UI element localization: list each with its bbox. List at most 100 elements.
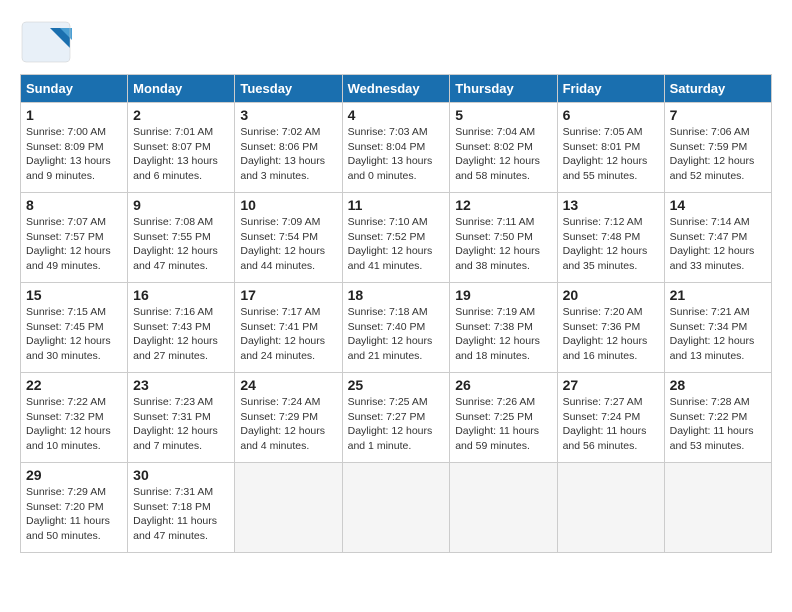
day-detail: Sunrise: 7:07 AM Sunset: 7:57 PM Dayligh… [26, 215, 122, 274]
table-row: 27 Sunrise: 7:27 AM Sunset: 7:24 PM Dayli… [557, 373, 664, 463]
day-number: 4 [348, 107, 445, 123]
day-detail: Sunrise: 7:02 AM Sunset: 8:06 PM Dayligh… [240, 125, 336, 184]
day-detail: Sunrise: 7:26 AM Sunset: 7:25 PM Dayligh… [455, 395, 551, 454]
day-detail: Sunrise: 7:22 AM Sunset: 7:32 PM Dayligh… [26, 395, 122, 454]
day-number: 20 [563, 287, 659, 303]
table-row: 20 Sunrise: 7:20 AM Sunset: 7:36 PM Dayli… [557, 283, 664, 373]
table-row: 28 Sunrise: 7:28 AM Sunset: 7:22 PM Dayli… [664, 373, 771, 463]
table-row: 29 Sunrise: 7:29 AM Sunset: 7:20 PM Dayli… [21, 463, 128, 553]
day-number: 22 [26, 377, 122, 393]
col-monday: Monday [128, 75, 235, 103]
logo-icon [20, 20, 72, 64]
day-detail: Sunrise: 7:08 AM Sunset: 7:55 PM Dayligh… [133, 215, 229, 274]
col-friday: Friday [557, 75, 664, 103]
calendar-week-5: 29 Sunrise: 7:29 AM Sunset: 7:20 PM Dayli… [21, 463, 772, 553]
day-detail: Sunrise: 7:20 AM Sunset: 7:36 PM Dayligh… [563, 305, 659, 364]
day-detail: Sunrise: 7:16 AM Sunset: 7:43 PM Dayligh… [133, 305, 229, 364]
day-number: 13 [563, 197, 659, 213]
table-row: 11 Sunrise: 7:10 AM Sunset: 7:52 PM Dayli… [342, 193, 450, 283]
day-number: 25 [348, 377, 445, 393]
day-detail: Sunrise: 7:31 AM Sunset: 7:18 PM Dayligh… [133, 485, 229, 544]
day-detail: Sunrise: 7:29 AM Sunset: 7:20 PM Dayligh… [26, 485, 122, 544]
table-row: 18 Sunrise: 7:18 AM Sunset: 7:40 PM Dayli… [342, 283, 450, 373]
calendar-table: Sunday Monday Tuesday Wednesday Thursday… [20, 74, 772, 553]
day-number: 19 [455, 287, 551, 303]
table-row [450, 463, 557, 553]
table-row [664, 463, 771, 553]
day-number: 23 [133, 377, 229, 393]
day-number: 16 [133, 287, 229, 303]
day-number: 2 [133, 107, 229, 123]
day-detail: Sunrise: 7:14 AM Sunset: 7:47 PM Dayligh… [670, 215, 766, 274]
day-detail: Sunrise: 7:28 AM Sunset: 7:22 PM Dayligh… [670, 395, 766, 454]
day-number: 24 [240, 377, 336, 393]
day-number: 9 [133, 197, 229, 213]
table-row: 21Sunrise: 7:21 AM Sunset: 7:34 PM Dayli… [664, 283, 771, 373]
day-detail: Sunrise: 7:04 AM Sunset: 8:02 PM Dayligh… [455, 125, 551, 184]
day-number: 29 [26, 467, 122, 483]
calendar-week-4: 22 Sunrise: 7:22 AM Sunset: 7:32 PM Dayli… [21, 373, 772, 463]
table-row: 7 Sunrise: 7:06 AM Sunset: 7:59 PM Daylig… [664, 103, 771, 193]
table-row: 3 Sunrise: 7:02 AM Sunset: 8:06 PM Daylig… [235, 103, 342, 193]
table-row: 16 Sunrise: 7:16 AM Sunset: 7:43 PM Dayli… [128, 283, 235, 373]
table-row: 26 Sunrise: 7:26 AM Sunset: 7:25 PM Dayli… [450, 373, 557, 463]
day-number: 26 [455, 377, 551, 393]
day-detail: Sunrise: 7:12 AM Sunset: 7:48 PM Dayligh… [563, 215, 659, 274]
day-detail: Sunrise: 7:03 AM Sunset: 8:04 PM Dayligh… [348, 125, 445, 184]
day-detail: Sunrise: 7:09 AM Sunset: 7:54 PM Dayligh… [240, 215, 336, 274]
table-row: 14 Sunrise: 7:14 AM Sunset: 7:47 PM Dayli… [664, 193, 771, 283]
day-detail: Sunrise: 7:10 AM Sunset: 7:52 PM Dayligh… [348, 215, 445, 274]
day-number: 3 [240, 107, 336, 123]
day-detail: Sunrise: 7:15 AM Sunset: 7:45 PM Dayligh… [26, 305, 122, 364]
day-number: 6 [563, 107, 659, 123]
calendar-header-row: Sunday Monday Tuesday Wednesday Thursday… [21, 75, 772, 103]
day-number: 8 [26, 197, 122, 213]
day-number: 15 [26, 287, 122, 303]
table-row: 9 Sunrise: 7:08 AM Sunset: 7:55 PM Daylig… [128, 193, 235, 283]
day-number: 10 [240, 197, 336, 213]
table-row: 19 Sunrise: 7:19 AM Sunset: 7:38 PM Dayli… [450, 283, 557, 373]
day-detail: Sunrise: 7:01 AM Sunset: 8:07 PM Dayligh… [133, 125, 229, 184]
page-header [20, 20, 772, 64]
day-number: 18 [348, 287, 445, 303]
col-sunday: Sunday [21, 75, 128, 103]
day-detail: Sunrise: 7:24 AM Sunset: 7:29 PM Dayligh… [240, 395, 336, 454]
table-row: 17Sunrise: 7:17 AM Sunset: 7:41 PM Dayli… [235, 283, 342, 373]
table-row: 24 Sunrise: 7:24 AM Sunset: 7:29 PM Dayli… [235, 373, 342, 463]
day-number: 1 [26, 107, 122, 123]
day-number: 7 [670, 107, 766, 123]
table-row: 5 Sunrise: 7:04 AM Sunset: 8:02 PM Daylig… [450, 103, 557, 193]
day-number: 27 [563, 377, 659, 393]
table-row: 4 Sunrise: 7:03 AM Sunset: 8:04 PM Daylig… [342, 103, 450, 193]
day-number: 11 [348, 197, 445, 213]
day-detail: Sunrise: 7:18 AM Sunset: 7:40 PM Dayligh… [348, 305, 445, 364]
day-number: 14 [670, 197, 766, 213]
table-row: 6 Sunrise: 7:05 AM Sunset: 8:01 PM Daylig… [557, 103, 664, 193]
col-thursday: Thursday [450, 75, 557, 103]
day-detail: Sunrise: 7:19 AM Sunset: 7:38 PM Dayligh… [455, 305, 551, 364]
day-detail: Sunrise: 7:06 AM Sunset: 7:59 PM Dayligh… [670, 125, 766, 184]
day-detail: Sunrise: 7:23 AM Sunset: 7:31 PM Dayligh… [133, 395, 229, 454]
table-row [557, 463, 664, 553]
table-row: 2 Sunrise: 7:01 AM Sunset: 8:07 PM Daylig… [128, 103, 235, 193]
table-row: 25Sunrise: 7:25 AM Sunset: 7:27 PM Dayli… [342, 373, 450, 463]
table-row [235, 463, 342, 553]
col-saturday: Saturday [664, 75, 771, 103]
table-row: 10 Sunrise: 7:09 AM Sunset: 7:54 PM Dayli… [235, 193, 342, 283]
col-tuesday: Tuesday [235, 75, 342, 103]
day-number: 21 [670, 287, 766, 303]
table-row: 12Sunrise: 7:11 AM Sunset: 7:50 PM Dayli… [450, 193, 557, 283]
day-number: 5 [455, 107, 551, 123]
day-detail: Sunrise: 7:05 AM Sunset: 8:01 PM Dayligh… [563, 125, 659, 184]
day-detail: Sunrise: 7:27 AM Sunset: 7:24 PM Dayligh… [563, 395, 659, 454]
calendar-week-3: 15 Sunrise: 7:15 AM Sunset: 7:45 PM Dayli… [21, 283, 772, 373]
table-row: 22 Sunrise: 7:22 AM Sunset: 7:32 PM Dayli… [21, 373, 128, 463]
col-wednesday: Wednesday [342, 75, 450, 103]
table-row: 30 Sunrise: 7:31 AM Sunset: 7:18 PM Dayli… [128, 463, 235, 553]
table-row: 15 Sunrise: 7:15 AM Sunset: 7:45 PM Dayli… [21, 283, 128, 373]
day-number: 28 [670, 377, 766, 393]
table-row: 23 Sunrise: 7:23 AM Sunset: 7:31 PM Dayli… [128, 373, 235, 463]
day-detail: Sunrise: 7:00 AM Sunset: 8:09 PM Dayligh… [26, 125, 122, 184]
calendar-week-2: 8 Sunrise: 7:07 AM Sunset: 7:57 PM Daylig… [21, 193, 772, 283]
day-number: 30 [133, 467, 229, 483]
